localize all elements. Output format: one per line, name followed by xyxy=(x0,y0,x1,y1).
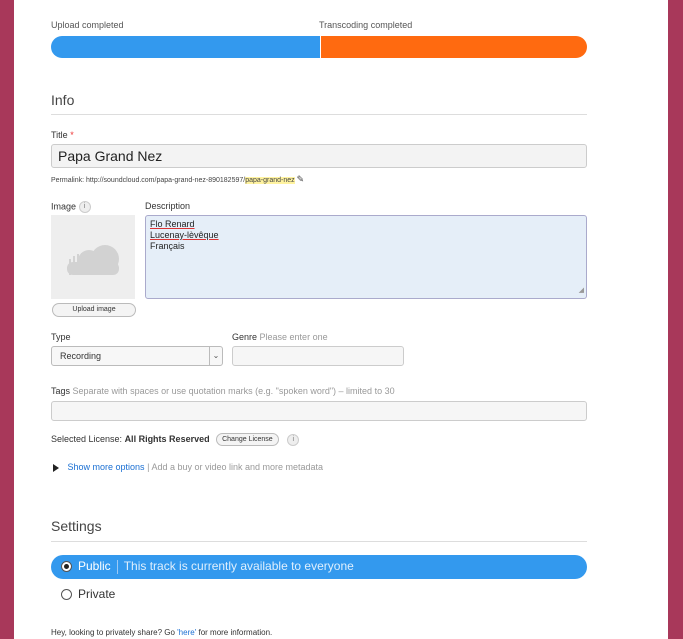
pencil-icon[interactable]: ✎ xyxy=(297,174,305,184)
upload-status-label: Upload completed xyxy=(51,20,124,30)
change-license-button[interactable]: Change License xyxy=(216,433,279,446)
radio-button-private[interactable] xyxy=(61,589,72,601)
permalink-slug[interactable]: papa-grand-nez xyxy=(245,177,295,184)
genre-input[interactable] xyxy=(232,346,404,366)
private-option[interactable]: Private xyxy=(61,587,115,601)
description-textarea[interactable]: Flo Renard Lucenay-lèvêque Français ◢ xyxy=(145,215,587,299)
upload-image-button[interactable]: Upload image xyxy=(52,303,136,317)
type-select-value: Recording xyxy=(60,351,102,361)
triangle-right-icon[interactable] xyxy=(53,463,59,472)
license-row: Selected License: All Rights Reserved Ch… xyxy=(51,433,300,446)
genre-hint: Please enter one xyxy=(259,332,328,342)
chevron-down-icon[interactable]: ⌄ xyxy=(209,347,222,365)
tags-input[interactable] xyxy=(51,401,587,421)
genre-label: Genre xyxy=(232,332,258,342)
private-share-note: Hey, looking to privately share? Go 'her… xyxy=(51,628,273,637)
permalink-base: http://soundcloud.com/papa-grand-nez-890… xyxy=(86,177,246,184)
permalink: Permalink: http://soundcloud.com/papa-gr… xyxy=(51,174,304,185)
type-label: Type xyxy=(51,332,71,342)
description-line: Lucenay-lèvêque xyxy=(150,230,219,240)
transcode-progress-segment xyxy=(320,36,587,58)
info-divider xyxy=(51,114,587,115)
info-icon[interactable]: i xyxy=(287,433,300,446)
resize-grip[interactable]: ◢ xyxy=(579,285,584,296)
genre-label-row: Genre Please enter one xyxy=(232,332,328,342)
license-value: All Rights Reserved xyxy=(124,433,210,444)
more-options-row: Show more options | Add a buy or video l… xyxy=(53,462,323,472)
license-prefix: Selected License: xyxy=(51,433,123,444)
permalink-prefix: Permalink: xyxy=(51,177,85,184)
public-description: This track is currently available to eve… xyxy=(123,559,354,573)
public-option[interactable]: Public This track is currently available … xyxy=(51,555,587,579)
radio-button-public[interactable] xyxy=(61,561,72,573)
public-label: Public xyxy=(78,559,111,573)
info-icon[interactable]: i xyxy=(78,201,91,213)
tags-label-row: Tags Separate with spaces or use quotati… xyxy=(51,386,395,396)
cloud-placeholder-icon xyxy=(67,245,119,275)
upload-progress-segment xyxy=(51,36,321,58)
required-mark: * xyxy=(70,130,74,140)
progress-bar xyxy=(51,36,587,58)
settings-heading: Settings xyxy=(51,518,102,534)
tags-label: Tags xyxy=(51,386,71,396)
transcode-status-label: Transcoding completed xyxy=(319,20,413,30)
artwork-placeholder xyxy=(51,215,135,299)
title-input[interactable]: Papa Grand Nez xyxy=(51,144,587,168)
here-link[interactable]: 'here' xyxy=(177,628,196,637)
description-line: Français xyxy=(150,241,185,251)
image-label-row: Image i xyxy=(51,201,91,213)
private-label: Private xyxy=(78,587,116,601)
description-label: Description xyxy=(145,201,191,211)
upload-edit-panel: Upload completed Transcoding completed I… xyxy=(14,0,668,639)
title-label: Title * xyxy=(51,130,74,140)
info-heading: Info xyxy=(51,92,75,108)
settings-divider xyxy=(51,541,587,542)
description-line: Flo Renard xyxy=(150,219,195,229)
more-options-hint: Add a buy or video link and more metadat… xyxy=(151,462,324,472)
progress-labels: Upload completed Transcoding completed xyxy=(50,20,588,34)
tags-hint: Separate with spaces or use quotation ma… xyxy=(72,386,395,396)
type-select[interactable]: Recording ⌄ xyxy=(51,346,223,366)
show-more-options-link[interactable]: Show more options xyxy=(68,462,145,472)
